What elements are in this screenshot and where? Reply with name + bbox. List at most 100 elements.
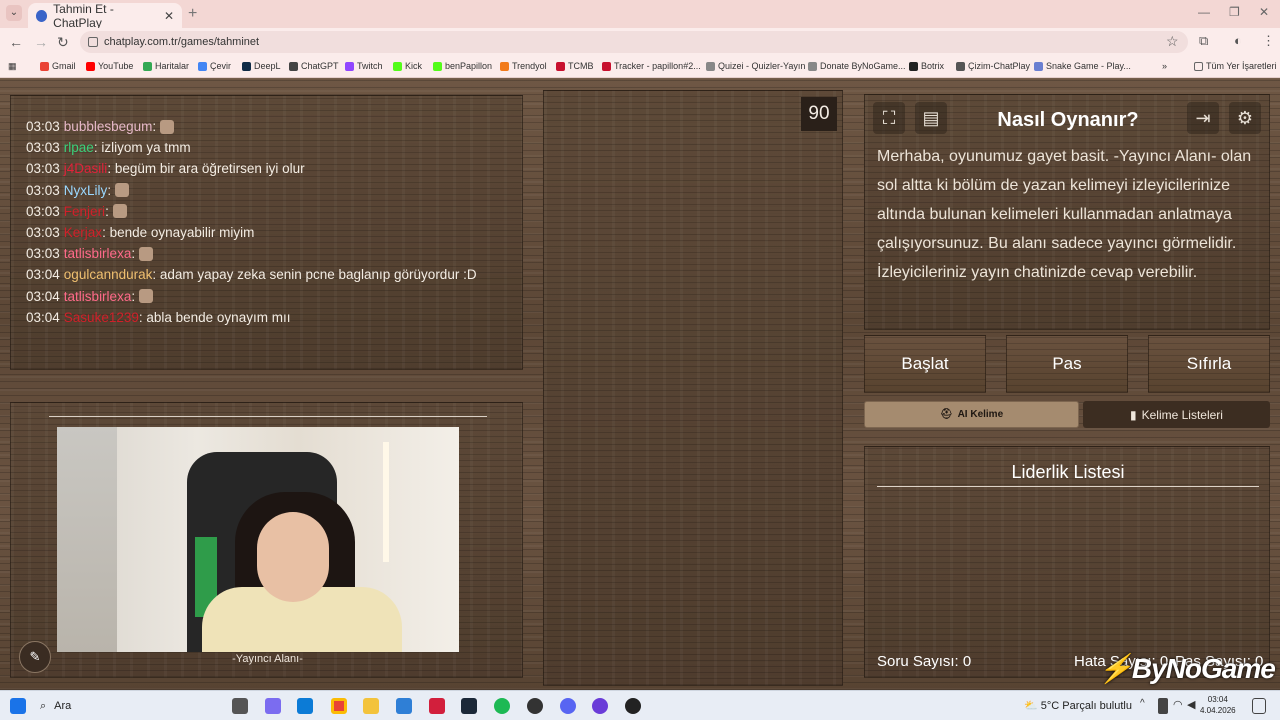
- all-bookmarks[interactable]: Tüm Yer İşaretleri: [1194, 61, 1277, 71]
- more-bookmarks-icon[interactable]: »: [1162, 61, 1167, 71]
- bookmark-maps[interactable]: Haritalar: [143, 61, 189, 71]
- bookmark-botrix[interactable]: Botrix: [909, 61, 944, 71]
- bookmark-twitch[interactable]: Twitch: [345, 61, 383, 71]
- chat-timestamp: 03:04: [26, 267, 60, 283]
- discord-icon[interactable]: [560, 698, 576, 714]
- bookmark-snake[interactable]: Snake Game - Play...: [1034, 61, 1131, 71]
- spotify-icon[interactable]: [494, 698, 510, 714]
- chat-text: : begüm bir ara öğretirsen iyi olur: [107, 161, 305, 177]
- tab-word-lists[interactable]: ▮ Kelime Listeleri: [1083, 401, 1270, 428]
- bookmark-translate[interactable]: Çevir: [198, 61, 231, 71]
- profile-icon[interactable]: ◐: [1234, 33, 1242, 48]
- site-info-icon[interactable]: [88, 37, 98, 47]
- reload-icon[interactable]: ↻: [57, 34, 69, 51]
- bookmark-star-icon[interactable]: ☆: [1166, 33, 1179, 50]
- forward-icon[interactable]: →: [34, 34, 48, 50]
- chat-username[interactable]: Fenjeri: [64, 204, 105, 219]
- bookmarks-bar: ▦ Gmail YouTube Haritalar Çevir DeepL Ch…: [0, 56, 1280, 78]
- bookmark-kick[interactable]: Kick: [393, 61, 422, 71]
- chrome-icon[interactable]: [331, 698, 347, 714]
- chat-username[interactable]: j4Dasili: [64, 161, 108, 176]
- bookmark-tcmb[interactable]: TCMB: [556, 61, 594, 71]
- task-view-icon[interactable]: [232, 698, 248, 714]
- start-button[interactable]: Başlat: [864, 335, 986, 393]
- chat-message: 03:03 j4Dasili: begüm bir ara öğretirsen …: [26, 158, 477, 179]
- chat-username[interactable]: NyxLily: [64, 183, 108, 198]
- chat-text: : adam yapay zeka senin pcne baglanıp gö…: [152, 267, 477, 283]
- close-tab-icon[interactable]: ✕: [164, 9, 174, 23]
- clock-date: 4.04.2026: [1200, 706, 1236, 715]
- leaderboard-title: Liderlik Listesi: [1011, 462, 1125, 482]
- url-field[interactable]: chatplay.com.tr/games/tahminet: [80, 31, 1188, 53]
- pencil-icon[interactable]: ✎: [19, 641, 51, 673]
- reset-button[interactable]: Sıfırla: [1148, 335, 1270, 393]
- window-close-button[interactable]: ✕: [1259, 5, 1269, 19]
- edge-icon[interactable]: [297, 698, 313, 714]
- settings-gear-icon[interactable]: ⚙: [1229, 102, 1261, 134]
- bookmark-gmail[interactable]: Gmail: [40, 61, 76, 71]
- chat-message: 03:04 Sasuke1239: abla bende oynayım mıı: [26, 307, 477, 328]
- tray-overflow-icon[interactable]: ^: [1140, 698, 1152, 714]
- streamer-divider: [49, 416, 487, 417]
- notifications-icon[interactable]: [1252, 698, 1266, 714]
- back-icon[interactable]: ←: [9, 34, 23, 50]
- app-icon[interactable]: [527, 698, 543, 714]
- chat-username[interactable]: bubblesbegum: [64, 119, 153, 134]
- twitch-icon: [345, 61, 354, 71]
- question-count: Soru Sayısı: 0: [877, 653, 972, 670]
- weather-widget[interactable]: ⛅ 5°C Parçalı bulutlu: [1024, 699, 1132, 712]
- chat-text: : izliyom ya tmm: [93, 140, 191, 156]
- bookmark-deepl[interactable]: DeepL: [242, 61, 281, 71]
- recorder-icon[interactable]: [625, 698, 641, 714]
- pass-button[interactable]: Pas: [1006, 335, 1128, 393]
- taskbar-search[interactable]: ⌕ Ara: [32, 694, 222, 718]
- windows-start-icon[interactable]: [10, 698, 26, 714]
- tab-title: Tahmin Et - ChatPlay: [53, 1, 114, 30]
- chat-text: :: [105, 203, 109, 219]
- word-board-panel: [543, 90, 843, 686]
- taskbar-search-label: Ara: [54, 700, 72, 712]
- kick-icon: [433, 61, 442, 71]
- volume-icon[interactable]: ◀: [1187, 698, 1199, 714]
- bookmark-trendyol[interactable]: Trendyol: [500, 61, 547, 71]
- bookmark-quizei[interactable]: Quizei - Quizler-Yayın: [706, 61, 805, 71]
- bookmark-chatgpt[interactable]: ChatGPT: [289, 61, 339, 71]
- extensions-icon[interactable]: ⧉: [1199, 33, 1208, 49]
- maximize-button[interactable]: ❐: [1229, 5, 1240, 19]
- bookmark-donate[interactable]: Donate ByNoGame...: [808, 61, 906, 71]
- chat-username[interactable]: Sasuke1239: [64, 310, 139, 325]
- bookmark-youtube[interactable]: YouTube: [86, 61, 133, 71]
- search-icon: ⌕: [40, 699, 47, 712]
- windows-taskbar: ⌕ Ara ⛅ 5°C Parçalı bulutlu ^ ◠ ◀ 03:04 …: [0, 690, 1280, 720]
- wifi-icon[interactable]: ◠: [1173, 698, 1185, 714]
- file-explorer-icon[interactable]: [363, 698, 379, 714]
- browser-tab-active[interactable]: Tahmin Et - ChatPlay ✕: [28, 1, 182, 30]
- menu-dots-icon[interactable]: ⋮: [1262, 33, 1275, 49]
- bookmark-tracker[interactable]: Tracker - papillon#2...: [602, 61, 701, 71]
- steam-icon[interactable]: [461, 698, 477, 714]
- usb-icon[interactable]: [1158, 698, 1168, 714]
- apps-grid-icon[interactable]: ▦: [8, 61, 17, 72]
- chat-emote-icon: [160, 119, 175, 134]
- chat-timestamp: 03:03: [26, 203, 60, 219]
- tab-ai-word[interactable]: ⛑ AI Kelime: [864, 401, 1079, 428]
- new-tab-button[interactable]: +: [188, 5, 197, 23]
- chat-username[interactable]: tatlisbirlexa: [64, 289, 132, 304]
- bookmark-benpapillon[interactable]: benPapillon: [433, 61, 492, 71]
- mail-icon[interactable]: [396, 698, 412, 714]
- logout-icon[interactable]: ⇥: [1187, 102, 1219, 134]
- url-text: chatplay.com.tr/games/tahminet: [104, 36, 260, 48]
- opera-icon[interactable]: [429, 698, 445, 714]
- chat-username[interactable]: rlpae: [64, 140, 94, 155]
- chat-username[interactable]: Kerjax: [64, 225, 102, 240]
- clock[interactable]: 03:04 4.04.2026: [1200, 694, 1236, 716]
- chat-username[interactable]: ogulcanndurak: [64, 267, 153, 282]
- obs-icon[interactable]: [592, 698, 608, 714]
- chat-message: 03:03 bubblesbegum:: [26, 116, 477, 137]
- minimize-button[interactable]: —: [1198, 5, 1210, 19]
- chat-username[interactable]: tatlisbirlexa: [64, 246, 132, 261]
- chat-timestamp: 03:03: [26, 140, 60, 156]
- tab-list-button[interactable]: ⌄: [6, 5, 22, 21]
- copilot-icon[interactable]: [265, 698, 281, 714]
- bookmark-cizim[interactable]: Çizim-ChatPlay: [956, 61, 1030, 71]
